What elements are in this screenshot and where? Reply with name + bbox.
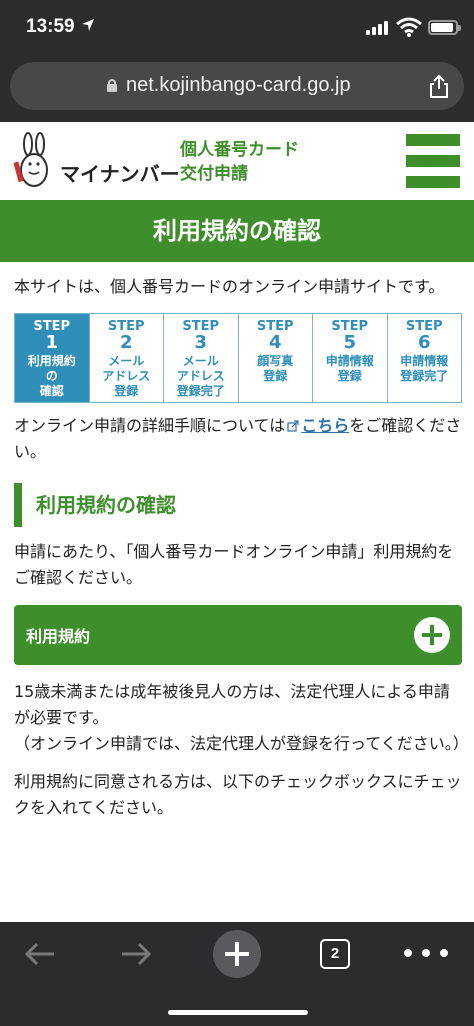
site-header: マイナンバー 個人番号カード 交付申請 [0,122,474,200]
forward-arrow-icon[interactable] [118,936,154,972]
wifi-icon [396,17,422,37]
step-number: 3 [194,332,208,353]
step-number: 5 [343,332,357,353]
terms-instruction: 申請にあたり、「個人番号カードオンライン申請」利用規約をご確認ください。 [14,542,454,587]
step-3: STEP 3 メール アドレス 登録完了 [163,314,238,402]
share-icon[interactable] [426,73,452,99]
location-arrow-icon [82,19,94,31]
step-number: 4 [268,332,282,353]
step-name: 申請情報 登録 [325,354,374,383]
address-bar[interactable]: net.kojinbango-card.go.jp [10,62,464,110]
terms-accordion[interactable]: 利用規約 [14,605,462,665]
menu-icon[interactable] [406,134,460,188]
step-number: 1 [45,332,59,353]
details-link[interactable]: こちら [301,416,349,435]
back-arrow-icon[interactable] [22,936,58,972]
step-name: 利用規約の確認 [27,354,76,398]
section-heading: 利用規約の確認 [14,483,462,527]
guardian-notice: 15歳未満または成年被後見人の方は、法定代理人による申請が必要です。 [14,682,450,727]
lock-icon [107,79,117,92]
cellular-signal-icon [366,21,388,35]
terms-accordion-label: 利用規約 [26,627,91,646]
brand-name: マイナンバー [60,162,180,186]
more-options-icon[interactable] [404,945,448,961]
site-title-line1: 個人番号カード [180,140,299,160]
step-5: STEP 5 申請情報 登録 [312,314,387,402]
expand-plus-icon[interactable] [414,617,450,653]
status-bar: 13:59 [0,0,474,58]
new-tab-plus-icon[interactable] [213,930,261,978]
step-number: 6 [417,332,431,353]
guardian-note: （オンライン申請では、法定代理人が登録を行ってください。） [14,734,469,753]
step-1: STEP 1 利用規約の確認 [15,314,89,402]
page-title: 利用規約の確認 [0,200,474,262]
intro-text: 本サイトは、個人番号カードのオンライン申請サイトです。 [14,277,445,296]
step-6: STEP 6 申請情報 登録完了 [386,314,461,402]
status-time: 13:59 [26,16,75,37]
mynumber-mascot-logo[interactable] [12,132,56,192]
step-name: 顔写真 登録 [257,354,294,383]
external-link-icon [287,420,299,432]
site-title-line2: 交付申請 [180,164,248,184]
step-name: 申請情報 登録完了 [400,354,449,383]
step-number: 2 [119,332,133,353]
step-name: メール アドレス 登録 [102,354,151,398]
step-name: メール アドレス 登録完了 [176,354,225,398]
agreement-instruction: 利用規約に同意される方は、以下のチェックボックスにチェックを入れてください。 [14,772,462,817]
battery-icon [428,20,461,35]
home-indicator[interactable] [168,1010,308,1015]
url-text[interactable]: net.kojinbango-card.go.jp [126,74,351,97]
browser-chrome: 13:59 net.kojinbango-card.go.jp [0,0,474,122]
step-indicator: STEP 1 利用規約の確認 STEP 2 メール アドレス 登録 STEP 3 メ… [14,313,462,403]
step-4: STEP 4 顔写真 登録 [237,314,312,402]
tab-switcher-button[interactable]: 2 [320,939,350,969]
main-content: 本サイトは、個人番号カードのオンライン申請サイトです。 STEP 1 利用規約の… [14,262,469,821]
detail-text: オンライン申請の詳細手順については こちらをご確認ください。 [14,413,462,465]
step-2: STEP 2 メール アドレス 登録 [88,314,163,402]
detail-text-before: オンライン申請の詳細手順については [14,416,286,435]
site-title: 個人番号カード 交付申請 [180,138,299,186]
